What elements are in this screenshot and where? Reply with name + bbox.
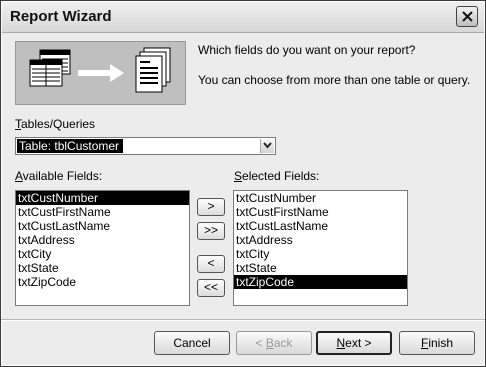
finish-button-text: inish (428, 336, 454, 350)
next-button-text: ext > (345, 336, 372, 350)
list-item[interactable]: txtCustLastName (234, 219, 407, 233)
list-item[interactable]: txtAddress (16, 233, 189, 247)
list-item[interactable]: txtAddress (234, 233, 407, 247)
prompt-question: Which fields do you want on your report? (198, 43, 416, 57)
back-button-accel: B (265, 336, 274, 350)
list-item[interactable]: txtCustLastName (16, 219, 189, 233)
list-item[interactable]: txtCity (16, 247, 189, 261)
report-wizard-window: Report Wizard Which fields do you want o… (0, 0, 486, 367)
list-item[interactable]: txtState (16, 261, 189, 275)
selected-fields-list[interactable]: txtCustNumber txtCustFirstName txtCustLast… (233, 190, 408, 306)
remove-field-button[interactable]: < (197, 255, 225, 273)
list-item[interactable]: txtCustNumber (234, 191, 407, 205)
selected-fields-label-text: elected Fields: (242, 169, 320, 183)
list-item[interactable]: txtCustNumber (16, 191, 189, 205)
back-button[interactable]: < Back (236, 331, 312, 355)
back-button-prefix: < (255, 336, 266, 350)
title-bar[interactable]: Report Wizard (2, 2, 484, 33)
dropdown-button[interactable] (260, 139, 274, 153)
add-all-fields-button[interactable]: >> (197, 222, 225, 240)
remove-all-fields-button[interactable]: << (197, 279, 225, 297)
tables-queries-label: Tables/Queries (15, 117, 95, 131)
add-field-button[interactable]: > (197, 198, 225, 216)
report-wizard-illustration (15, 41, 186, 105)
available-fields-label-text: vailable Fields: (22, 169, 103, 183)
back-button-text: ack (273, 336, 293, 350)
window-title: Report Wizard (10, 8, 112, 25)
tables-queries-dropdown[interactable]: Table: tblCustomer (15, 137, 276, 155)
next-button[interactable]: Next > (316, 331, 392, 355)
close-button[interactable] (456, 6, 478, 27)
footer-separator (1, 319, 485, 321)
list-item[interactable]: txtCustFirstName (16, 205, 189, 219)
list-item[interactable]: txtCustFirstName (234, 205, 407, 219)
dropdown-arrow-icon (263, 142, 272, 149)
cancel-button[interactable]: Cancel (154, 331, 230, 355)
next-button-accel: N (336, 336, 346, 350)
finish-button[interactable]: Finish (399, 331, 475, 355)
tables-queries-value: Table: tblCustomer (17, 139, 123, 153)
list-item[interactable]: txtZipCode (234, 275, 407, 289)
list-item[interactable]: txtState (234, 261, 407, 275)
tables-queries-label-text: ables/Queries (21, 117, 96, 131)
close-icon (462, 11, 473, 22)
available-fields-label: Available Fields: (15, 169, 102, 183)
available-fields-label-accel: A (15, 169, 23, 183)
available-fields-list[interactable]: txtCustNumber txtCustFirstName txtCustLast… (15, 190, 190, 306)
selected-fields-label-accel: S (234, 169, 243, 183)
list-item[interactable]: txtCity (234, 247, 407, 261)
prompt-hint: You can choose from more than one table … (198, 73, 471, 87)
list-item[interactable]: txtZipCode (16, 275, 189, 289)
selected-fields-label: Selected Fields: (234, 169, 319, 183)
